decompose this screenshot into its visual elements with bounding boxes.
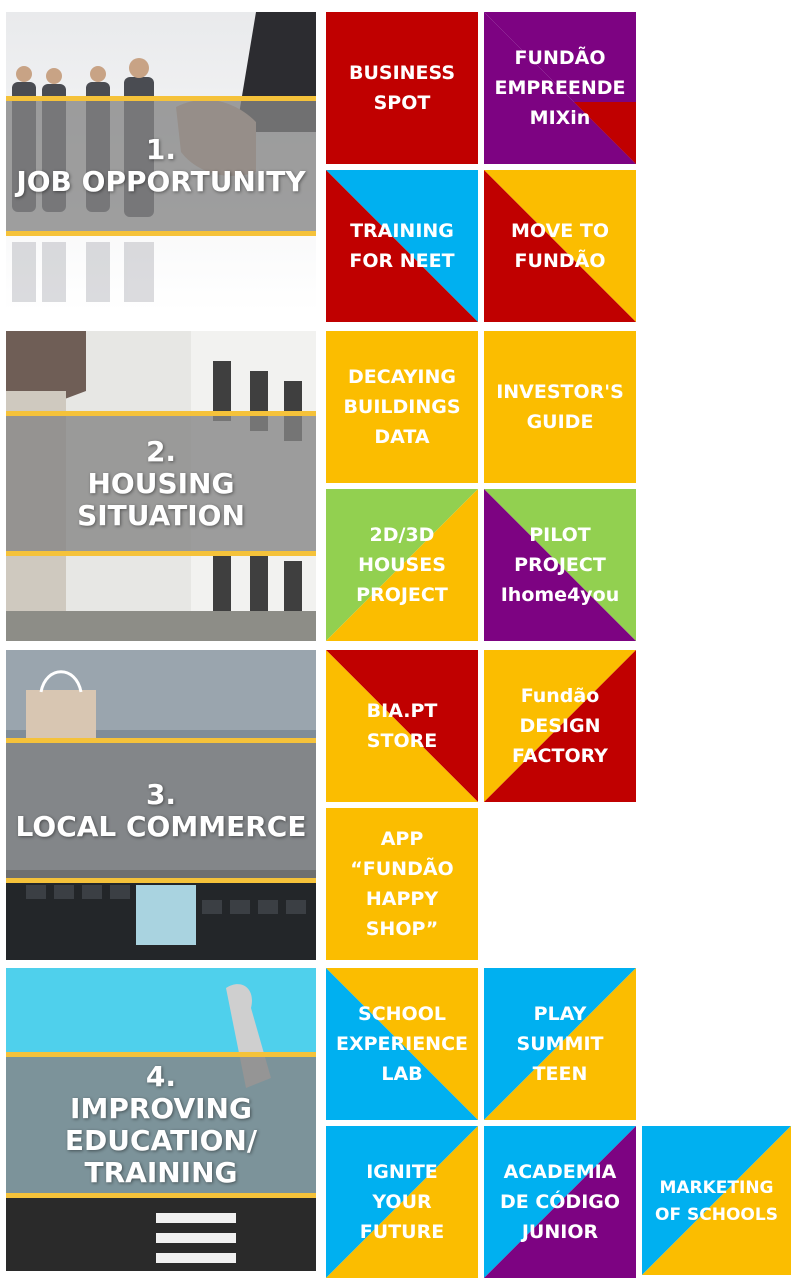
tile-label: SCHOOL EXPERIENCE LAB <box>335 1003 469 1085</box>
category-band: 1. JOB OPPORTUNITY <box>6 96 316 236</box>
tile-marketing-of-schools[interactable]: MARKETING OF SCHOOLS <box>642 1126 791 1278</box>
category-band: 2. HOUSING SITUATION <box>6 411 316 556</box>
tile-label: 2D/3D HOUSES PROJECT <box>356 524 448 606</box>
tile-business-spot[interactable]: BUSINESS SPOT <box>326 12 478 164</box>
category-line: TRAINING <box>84 1156 238 1189</box>
category-panel-local-commerce[interactable]: 3. LOCAL COMMERCE <box>6 650 316 960</box>
tile-fundao-design-factory[interactable]: Fundão DESIGN FACTORY <box>484 650 636 802</box>
tile-label: MARKETING OF SCHOOLS <box>655 1178 778 1225</box>
tile-play-summit-teen[interactable]: PLAY SUMMIT TEEN <box>484 968 636 1120</box>
tile-label: PLAY SUMMIT TEEN <box>516 1003 604 1085</box>
category-title: 2. HOUSING SITUATION <box>77 434 245 532</box>
tile-move-to-fundao[interactable]: MOVE TO FUNDÃO <box>484 170 636 322</box>
tile-label: MOVE TO FUNDÃO <box>511 220 609 272</box>
tile-label: FUNDÃO EMPREENDE MIXin <box>494 47 626 129</box>
category-title: 1. JOB OPPORTUNITY <box>16 134 305 198</box>
tile-label: APP “FUNDÃO HAPPY SHOP” <box>350 828 454 940</box>
category-line: HOUSING <box>87 466 235 500</box>
tile-investors-guide[interactable]: INVESTOR'S GUIDE <box>484 331 636 483</box>
tile-label: BUSINESS SPOT <box>348 62 456 114</box>
category-band: 3. LOCAL COMMERCE <box>6 738 316 883</box>
tile-label: TRAINING FOR NEET <box>349 220 455 272</box>
category-panel-improving-education[interactable]: 4. IMPROVING EDUCATION/ TRAINING <box>6 968 316 1271</box>
tile-label: Fundão DESIGN FACTORY <box>512 685 608 767</box>
category-panel-job-opportunity[interactable]: 1. JOB OPPORTUNITY <box>6 12 316 312</box>
tile-bia-pt-store[interactable]: BIA.PT STORE <box>326 650 478 802</box>
category-title: 4. IMPROVING EDUCATION/ TRAINING <box>65 1061 257 1189</box>
tile-training-for-neet[interactable]: TRAINING FOR NEET <box>326 170 478 322</box>
tile-pilot-project-ihome4you[interactable]: PILOT PROJECT Ihome4you <box>484 489 636 641</box>
tile-fundao-empreende-mixin[interactable]: FUNDÃO EMPREENDE MIXin <box>484 12 636 164</box>
category-line: IMPROVING <box>70 1092 252 1125</box>
category-line: SITUATION <box>77 498 245 532</box>
category-number: 3. <box>145 777 177 811</box>
tile-label: DECAYING BUILDINGS DATA <box>343 366 461 448</box>
category-band: 4. IMPROVING EDUCATION/ TRAINING <box>6 1052 316 1198</box>
tile-decaying-buildings-data[interactable]: DECAYING BUILDINGS DATA <box>326 331 478 483</box>
category-number: 2. <box>145 434 177 468</box>
category-number: 4. <box>145 1060 177 1093</box>
tile-school-experience-lab[interactable]: SCHOOL EXPERIENCE LAB <box>326 968 478 1120</box>
category-title: 3. LOCAL COMMERCE <box>15 777 307 843</box>
category-panel-housing-situation[interactable]: 2. HOUSING SITUATION <box>6 331 316 641</box>
category-number: 1. <box>145 133 177 166</box>
category-line: JOB OPPORTUNITY <box>16 165 306 198</box>
tile-academia-de-codigo-junior[interactable]: ACADEMIA DE CÓDIGO JUNIOR <box>484 1126 636 1278</box>
category-line: EDUCATION/ <box>64 1124 258 1157</box>
category-line: LOCAL COMMERCE <box>15 809 307 843</box>
tile-label: INVESTOR'S GUIDE <box>496 381 624 433</box>
tile-label: ACADEMIA DE CÓDIGO JUNIOR <box>499 1161 621 1243</box>
tile-ignite-your-future[interactable]: IGNITE YOUR FUTURE <box>326 1126 478 1278</box>
tile-2d-3d-houses-project[interactable]: 2D/3D HOUSES PROJECT <box>326 489 478 641</box>
tile-label: BIA.PT STORE <box>366 700 438 752</box>
tile-app-fundao-happy-shop[interactable]: APP “FUNDÃO HAPPY SHOP” <box>326 808 478 960</box>
tile-label: IGNITE YOUR FUTURE <box>359 1161 445 1243</box>
tile-label: PILOT PROJECT Ihome4you <box>500 524 620 606</box>
